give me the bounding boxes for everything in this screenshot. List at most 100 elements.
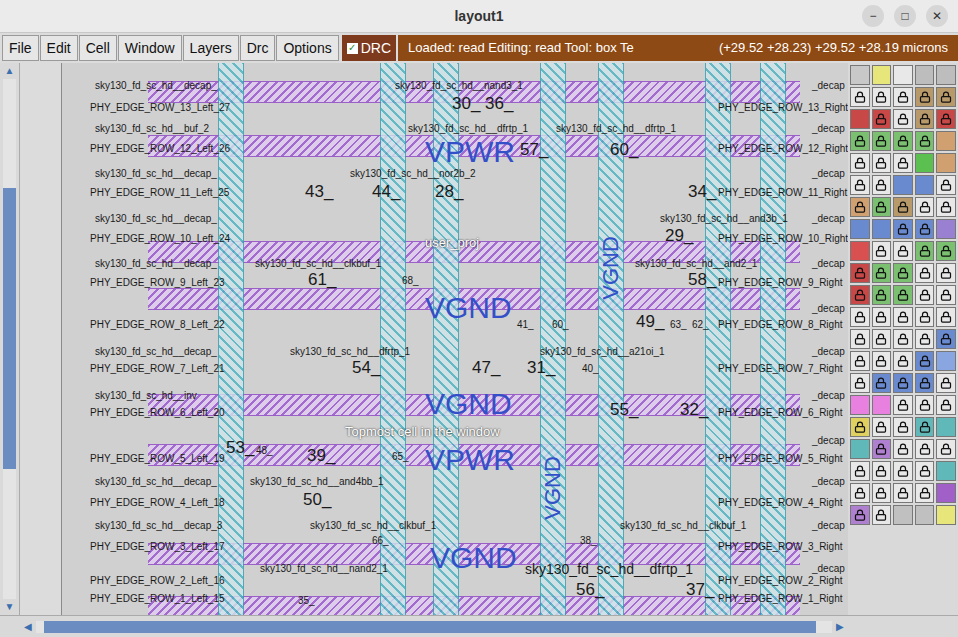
layer-swatch[interactable] — [936, 461, 956, 481]
layer-swatch[interactable] — [893, 153, 913, 173]
layer-swatch[interactable] — [915, 197, 935, 217]
layer-swatch[interactable] — [936, 263, 956, 283]
layer-swatch[interactable] — [893, 351, 913, 371]
layer-swatch[interactable] — [872, 351, 892, 371]
menu-button[interactable]: Layers — [183, 35, 239, 61]
layer-swatch[interactable] — [850, 461, 870, 481]
layer-swatch[interactable] — [872, 307, 892, 327]
drc-toggle[interactable]: ✓DRC — [342, 35, 396, 61]
layer-swatch[interactable] — [850, 153, 870, 173]
window-control-button[interactable]: □ — [894, 5, 916, 27]
layer-swatch[interactable] — [936, 197, 956, 217]
layer-swatch[interactable] — [850, 329, 870, 349]
layer-swatch[interactable] — [893, 395, 913, 415]
window-control-button[interactable]: − — [862, 5, 884, 27]
layer-swatch[interactable] — [915, 109, 935, 129]
menu-button[interactable]: Drc — [240, 35, 276, 61]
layout-canvas[interactable]: sky130_fd_sc_hd__decap_sky130_fd_sc_hd__… — [20, 63, 848, 615]
layer-swatch[interactable] — [872, 505, 892, 525]
layer-swatch[interactable] — [893, 87, 913, 107]
layer-swatch[interactable] — [893, 329, 913, 349]
layer-swatch[interactable] — [872, 417, 892, 437]
layer-swatch[interactable] — [850, 351, 870, 371]
layer-swatch[interactable] — [893, 505, 913, 525]
layer-swatch[interactable] — [936, 65, 956, 85]
drc-checkbox[interactable]: ✓ — [347, 43, 358, 54]
layer-swatch[interactable] — [850, 439, 870, 459]
layer-swatch[interactable] — [936, 219, 956, 239]
menu-button[interactable]: Options — [276, 35, 338, 61]
layer-swatch[interactable] — [893, 219, 913, 239]
layer-swatch[interactable] — [936, 395, 956, 415]
layer-swatch[interactable] — [936, 131, 956, 151]
layer-swatch[interactable] — [872, 329, 892, 349]
layer-swatch[interactable] — [893, 109, 913, 129]
layer-swatch[interactable] — [872, 65, 892, 85]
layer-swatch[interactable] — [915, 153, 935, 173]
layer-swatch[interactable] — [850, 307, 870, 327]
layer-swatch[interactable] — [936, 109, 956, 129]
scroll-thumb[interactable] — [3, 188, 16, 469]
layer-swatch[interactable] — [850, 483, 870, 503]
layer-swatch[interactable] — [850, 87, 870, 107]
layer-swatch[interactable] — [915, 461, 935, 481]
layer-swatch[interactable] — [872, 395, 892, 415]
layer-swatch[interactable] — [872, 483, 892, 503]
layer-swatch[interactable] — [893, 461, 913, 481]
layer-swatch[interactable] — [915, 131, 935, 151]
layer-swatch[interactable] — [915, 439, 935, 459]
layer-swatch[interactable] — [936, 505, 956, 525]
layer-swatch[interactable] — [850, 175, 870, 195]
layer-swatch[interactable] — [872, 219, 892, 239]
layer-swatch[interactable] — [936, 417, 956, 437]
layer-swatch[interactable] — [850, 109, 870, 129]
layer-swatch[interactable] — [850, 395, 870, 415]
layer-swatch[interactable] — [872, 109, 892, 129]
layer-swatch[interactable] — [872, 175, 892, 195]
layer-swatch[interactable] — [936, 307, 956, 327]
layer-swatch[interactable] — [915, 285, 935, 305]
layer-swatch[interactable] — [893, 65, 913, 85]
layer-swatch[interactable] — [915, 417, 935, 437]
layer-swatch[interactable] — [936, 241, 956, 261]
layer-swatch[interactable] — [850, 263, 870, 283]
layer-swatch[interactable] — [893, 307, 913, 327]
layer-swatch[interactable] — [915, 241, 935, 261]
layer-swatch[interactable] — [850, 131, 870, 151]
layer-swatch[interactable] — [850, 197, 870, 217]
menu-button[interactable]: Cell — [79, 35, 117, 61]
layer-swatch[interactable] — [850, 285, 870, 305]
layer-swatch[interactable] — [936, 351, 956, 371]
title-bar[interactable]: layout1−□✕ — [0, 0, 958, 33]
layer-swatch[interactable] — [893, 263, 913, 283]
layer-swatch[interactable] — [915, 263, 935, 283]
horizontal-scrollbar[interactable]: ◀▶ — [20, 616, 848, 637]
layer-swatch[interactable] — [915, 329, 935, 349]
layer-swatch[interactable] — [872, 197, 892, 217]
layer-swatch[interactable] — [893, 131, 913, 151]
menu-button[interactable]: Window — [118, 35, 182, 61]
layer-swatch[interactable] — [915, 351, 935, 371]
menu-button[interactable]: File — [2, 35, 39, 61]
layer-swatch[interactable] — [850, 505, 870, 525]
layer-swatch[interactable] — [915, 395, 935, 415]
layer-swatch[interactable] — [872, 241, 892, 261]
layer-swatch[interactable] — [915, 505, 935, 525]
layer-swatch[interactable] — [893, 483, 913, 503]
layer-swatch[interactable] — [850, 219, 870, 239]
layer-swatch[interactable] — [936, 329, 956, 349]
layer-swatch[interactable] — [893, 439, 913, 459]
layer-swatch[interactable] — [936, 373, 956, 393]
layer-swatch[interactable] — [850, 417, 870, 437]
layer-swatch[interactable] — [915, 87, 935, 107]
layer-swatch[interactable] — [936, 153, 956, 173]
layer-swatch[interactable] — [915, 373, 935, 393]
layer-swatch[interactable] — [915, 175, 935, 195]
layer-swatch[interactable] — [936, 175, 956, 195]
scroll-left-button[interactable]: ◀ — [20, 622, 36, 632]
layer-swatch[interactable] — [936, 439, 956, 459]
layer-swatch[interactable] — [872, 439, 892, 459]
vertical-scrollbar[interactable]: ▲▼ — [0, 63, 20, 615]
layer-swatch[interactable] — [872, 131, 892, 151]
layer-swatch[interactable] — [915, 65, 935, 85]
